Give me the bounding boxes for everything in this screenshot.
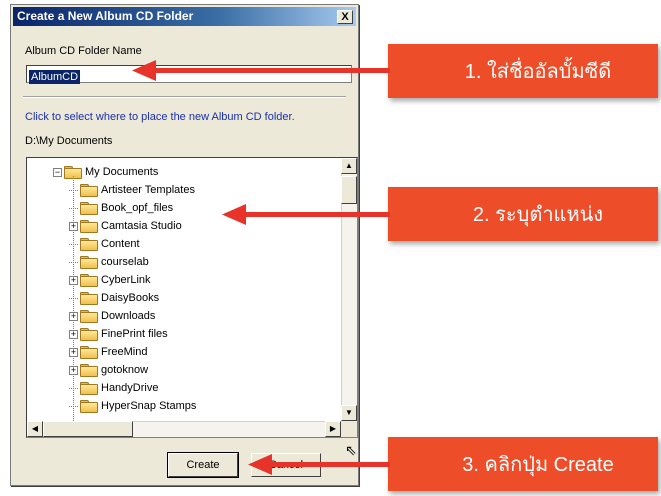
tree-item-label: Content: [101, 238, 140, 250]
callout-step-2: 2. ระบุตำแหน่ง: [388, 187, 658, 241]
create-album-dialog: Create a New Album CD Folder X Album CD …: [10, 4, 359, 486]
expand-icon[interactable]: +: [69, 365, 78, 375]
scroll-corner: [341, 421, 357, 437]
tree-item[interactable]: DaisyBooks: [69, 289, 159, 307]
folder-icon: [80, 346, 98, 359]
callout-step-1-text: 1. ใส่ชื่ออัลบั้มซีดี: [464, 61, 612, 83]
tree-item[interactable]: Artisteer Templates: [69, 181, 195, 199]
tree-connector: [69, 405, 78, 407]
tree-connector: [69, 243, 78, 245]
folder-name-value: AlbumCD: [29, 70, 81, 84]
folder-icon: [80, 184, 98, 197]
tree-item-label: FreeMind: [101, 346, 148, 358]
folder-icon: [80, 310, 98, 323]
folder-icon: [80, 274, 98, 287]
folder-icon: [80, 202, 98, 215]
dialog-titlebar[interactable]: Create a New Album CD Folder X: [13, 7, 356, 26]
vertical-scroll-thumb[interactable]: [341, 176, 357, 204]
expand-icon[interactable]: +: [69, 221, 78, 231]
tree-connector: [69, 297, 78, 299]
horizontal-scroll-thumb[interactable]: [43, 421, 133, 437]
tree-connector: [69, 189, 78, 191]
tree-item[interactable]: Book_opf_files: [69, 199, 173, 217]
tree-item[interactable]: HandyDrive: [69, 379, 158, 397]
tree-item[interactable]: + Camtasia Studio: [69, 217, 182, 235]
folder-icon: [80, 400, 98, 413]
folder-icon: [80, 382, 98, 395]
folder-name-label: Album CD Folder Name: [25, 45, 142, 57]
expand-icon[interactable]: +: [69, 329, 78, 339]
tree-root-label: My Documents: [85, 166, 159, 178]
folder-icon: [80, 292, 98, 305]
location-hint: Click to select where to place the new A…: [25, 111, 295, 123]
horizontal-scrollbar[interactable]: ◀ ▶: [27, 421, 341, 437]
current-path: D:\My Documents: [25, 135, 113, 147]
tree-item[interactable]: + FinePrint files: [69, 325, 168, 343]
tree-item-label: FinePrint files: [101, 328, 168, 340]
scroll-down-button[interactable]: ▼: [341, 405, 357, 421]
callout-step-3-text: 3. คลิกปุ่ม Create: [462, 454, 614, 476]
mouse-cursor-icon: ⇖: [345, 442, 357, 458]
collapse-icon[interactable]: −: [53, 167, 62, 177]
tree-item-label: Downloads: [101, 310, 156, 322]
folder-icon: [80, 256, 98, 269]
tree-item-label: courselab: [101, 256, 149, 268]
folder-icon: [80, 364, 98, 377]
tree-item[interactable]: courselab: [69, 253, 149, 271]
callout-step-2-text: 2. ระบุตำแหน่ง: [472, 204, 604, 226]
tree-item-label: Camtasia Studio: [101, 220, 182, 232]
tree-item[interactable]: HyperSnap Stamps: [69, 397, 196, 415]
tree-connector: [69, 261, 78, 263]
tree-item-label: HyperSnap Stamps: [101, 400, 197, 412]
expand-icon[interactable]: +: [69, 347, 78, 357]
tree-item[interactable]: + gotoknow: [69, 361, 148, 379]
callout-step-1: 1. ใส่ชื่ออัลบั้มซีดี: [388, 44, 658, 98]
tree-item[interactable]: + FreeMind: [69, 343, 147, 361]
folder-icon: [80, 238, 98, 251]
folder-tree[interactable]: − My Documents Artisteer Templates Book_o…: [26, 157, 358, 438]
tree-item-label: Artisteer Templates: [101, 184, 195, 196]
callout-step-3: 3. คลิกปุ่ม Create: [388, 437, 658, 491]
create-button[interactable]: Create: [167, 452, 239, 478]
expand-icon[interactable]: +: [69, 311, 78, 321]
tree-item[interactable]: Content: [69, 235, 140, 253]
close-button[interactable]: X: [337, 10, 353, 24]
vertical-scrollbar[interactable]: ▲ ▼: [341, 158, 357, 421]
tree-connector: [69, 207, 78, 209]
dialog-title: Create a New Album CD Folder: [17, 9, 194, 23]
tree-root[interactable]: − My Documents: [53, 163, 158, 181]
tree-item-label: DaisyBooks: [101, 292, 160, 304]
folder-icon: [80, 220, 98, 233]
scroll-left-button[interactable]: ◀: [27, 421, 43, 437]
folder-name-input[interactable]: AlbumCD: [26, 65, 352, 84]
tree-item[interactable]: + Downloads: [69, 307, 155, 325]
cancel-button[interactable]: Cancel: [251, 453, 321, 477]
scroll-up-button[interactable]: ▲: [341, 158, 357, 174]
expand-icon[interactable]: +: [69, 275, 78, 285]
tree-item-label: CyberLink: [101, 274, 151, 286]
scroll-right-button[interactable]: ▶: [325, 421, 341, 437]
divider: [23, 96, 346, 98]
tree-item[interactable]: + CyberLink: [69, 271, 151, 289]
folder-icon: [80, 328, 98, 341]
tree-item-label: gotoknow: [101, 364, 149, 376]
tree-connector: [69, 387, 78, 389]
tree-item-label: HandyDrive: [101, 382, 159, 394]
tree-item-label: Book_opf_files: [101, 202, 174, 214]
